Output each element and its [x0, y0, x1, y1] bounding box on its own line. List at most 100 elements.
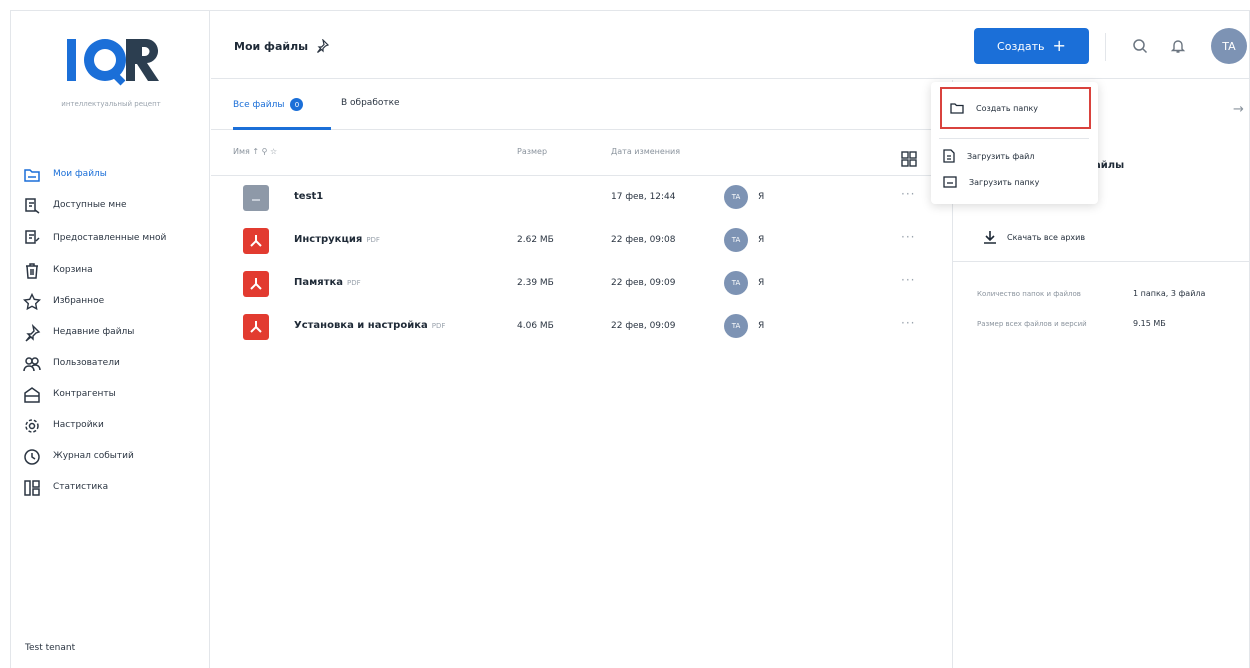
sidebar-item-event-log[interactable]: Журнал событий: [21, 441, 207, 472]
stats-icon: [21, 477, 43, 499]
sidebar-item-label: Корзина: [53, 265, 93, 275]
file-size: 4.06 МБ: [517, 321, 554, 331]
upload-file-label: Загрузить файл: [967, 151, 1035, 161]
collapse-arrow-icon[interactable]: →: [1233, 102, 1244, 117]
file-date: 22 фев, 09:09: [611, 321, 676, 331]
sidebar-item-statistics[interactable]: Статистика: [21, 472, 207, 503]
header-divider: [1105, 33, 1106, 61]
panel-title: айлы: [1094, 160, 1125, 171]
sidebar-item-contractors[interactable]: Контрагенты: [21, 379, 207, 410]
tab-all-files[interactable]: Все файлы 0: [233, 98, 304, 111]
folder-icon: [950, 103, 964, 114]
header: Мои файлы Создать + TA: [211, 11, 1250, 79]
file-tabs: Все файлы 0 В обработке: [211, 80, 951, 130]
folder-icon: [21, 164, 43, 186]
owner-name: Я: [758, 192, 765, 202]
pin-icon[interactable]: [315, 39, 329, 53]
upload-folder-icon: [943, 176, 957, 188]
owner-avatar: TA: [724, 271, 748, 295]
owner-avatar: TA: [724, 314, 748, 338]
column-name[interactable]: Имя ↑ ⚲ ☆: [233, 147, 277, 156]
file-size: 2.39 МБ: [517, 278, 554, 288]
tenant-name[interactable]: Test tenant: [25, 643, 75, 653]
user-avatar[interactable]: TA: [1211, 28, 1247, 64]
sidebar-item-trash[interactable]: Корзина: [21, 255, 207, 286]
sidebar-item-label: Недавние файлы: [53, 327, 135, 337]
sidebar-item-users[interactable]: Пользователи: [21, 348, 207, 379]
download-label: Скачать все архив: [1007, 232, 1086, 242]
sidebar-item-label: Контрагенты: [53, 389, 116, 399]
file-date: 22 фев, 09:08: [611, 235, 676, 245]
pin-icon: [21, 322, 43, 344]
iqr-logo[interactable]: [55, 31, 165, 91]
file-size: 2.62 МБ: [517, 235, 554, 245]
file-name[interactable]: Установка и настройка PDF: [294, 320, 445, 331]
bell-icon[interactable]: [1167, 35, 1189, 57]
upload-file-item[interactable]: Загрузить файл: [931, 145, 1098, 167]
count-badge: 0: [290, 98, 304, 111]
download-icon: [984, 231, 996, 244]
download-all-button[interactable]: Скачать все архив: [983, 230, 1085, 244]
more-icon[interactable]: ···: [901, 316, 915, 330]
folders-files-value: 1 папка, 3 файла: [1133, 289, 1206, 298]
sidebar-item-my-files[interactable]: Мои файлы: [21, 159, 207, 190]
size-label: Размер всех файлов и версий: [977, 320, 1087, 328]
file-name[interactable]: Памятка PDF: [294, 277, 361, 288]
folders-files-label: Количество папок и файлов: [977, 290, 1081, 298]
more-icon[interactable]: ···: [901, 230, 915, 244]
shared-with-me-icon: [21, 195, 43, 217]
more-icon[interactable]: ···: [901, 187, 915, 201]
logo-subtitle: интеллектуальный рецепт: [61, 100, 161, 108]
table-row[interactable]: Установка и настройка PDF 4.06 МБ 22 фев,…: [211, 305, 951, 348]
create-folder-item[interactable]: Создать папку: [940, 87, 1091, 129]
file-icon: [943, 149, 955, 163]
create-button-label: Создать: [997, 39, 1045, 53]
column-size[interactable]: Размер: [517, 147, 547, 156]
sidebar-item-favorites[interactable]: Избранное: [21, 286, 207, 317]
tab-label: В обработке: [341, 98, 400, 108]
table-header: Имя ↑ ⚲ ☆ Размер Дата изменения: [211, 131, 951, 176]
sidebar-item-label: Статистика: [53, 482, 109, 492]
clock-icon: [21, 446, 43, 468]
owner-filter-icon: ⚲: [261, 147, 268, 156]
star-icon: [21, 291, 43, 313]
column-date[interactable]: Дата изменения: [611, 147, 680, 156]
app-window: интеллектуальный рецепт Мои файлы Доступ…: [10, 10, 1250, 668]
contractors-icon: [21, 384, 43, 406]
file-name[interactable]: test1: [294, 191, 323, 202]
star-filter-icon: ☆: [270, 147, 278, 156]
panel-divider: [953, 261, 1250, 262]
owner-name: Я: [758, 321, 765, 331]
tab-processing[interactable]: В обработке: [341, 98, 400, 108]
table-row[interactable]: Инструкция PDF 2.62 МБ 22 фев, 09:08 TA Я…: [211, 219, 951, 262]
gear-icon: [21, 415, 43, 437]
create-dropdown-menu: Создать папку Загрузить файл Загрузить п…: [931, 82, 1098, 204]
sidebar-item-settings[interactable]: Настройки: [21, 410, 207, 441]
owner-name: Я: [758, 278, 765, 288]
plus-icon: +: [1052, 36, 1066, 55]
create-button[interactable]: Создать +: [974, 28, 1089, 64]
owner-name: Я: [758, 235, 765, 245]
upload-folder-item[interactable]: Загрузить папку: [931, 171, 1098, 193]
active-tab-indicator: [233, 127, 331, 130]
table-row[interactable]: Памятка PDF 2.39 МБ 22 фев, 09:09 TA Я ··…: [211, 262, 951, 305]
folder-icon: [243, 185, 269, 211]
upload-folder-label: Загрузить папку: [969, 177, 1040, 187]
create-folder-label: Создать папку: [976, 103, 1039, 113]
files-table: Имя ↑ ⚲ ☆ Размер Дата изменения test1 17…: [211, 131, 951, 348]
users-icon: [21, 353, 43, 375]
sidebar-nav: Мои файлы Доступные мне Предоставленные …: [21, 159, 207, 503]
table-row[interactable]: test1 17 фев, 12:44 TA Я ···: [211, 176, 951, 219]
more-icon[interactable]: ···: [901, 273, 915, 287]
search-icon[interactable]: [1129, 35, 1151, 57]
pdf-icon: [243, 271, 269, 297]
grid-view-icon[interactable]: [901, 151, 917, 167]
owner-avatar: TA: [724, 185, 748, 209]
menu-divider: [939, 138, 1089, 139]
file-name[interactable]: Инструкция PDF: [294, 234, 380, 245]
sidebar-item-recent[interactable]: Недавние файлы: [21, 317, 207, 348]
sidebar-item-shared-with-me[interactable]: Доступные мне: [21, 190, 207, 221]
sidebar-item-label: Предоставленные мной: [53, 232, 167, 243]
sidebar-item-shared-by-me[interactable]: Предоставленные мной: [21, 221, 207, 255]
owner-avatar: TA: [724, 228, 748, 252]
